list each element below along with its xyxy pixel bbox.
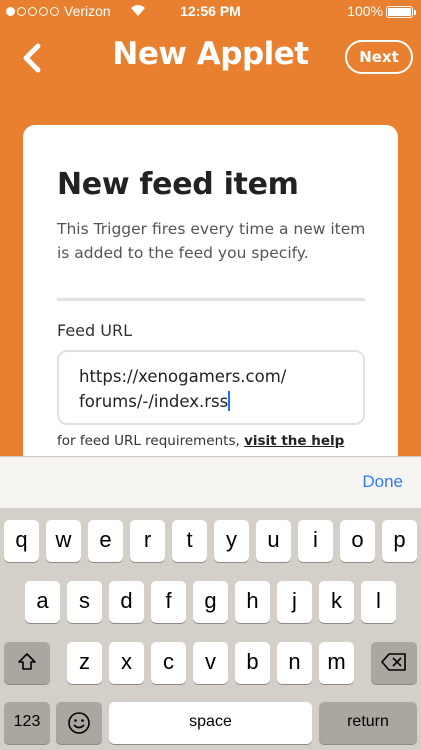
feed-url-line-2-text: forums/-/index.rss <box>79 392 229 411</box>
card-title: New feed item <box>57 167 299 202</box>
key-e[interactable]: e <box>88 520 123 562</box>
key-z[interactable]: z <box>67 642 102 684</box>
key-t[interactable]: t <box>172 520 207 562</box>
key-o[interactable]: o <box>340 520 375 562</box>
emoji-icon <box>68 712 90 734</box>
keyboard: q w e r t y u i o p a s d f g h j k l z … <box>0 508 421 750</box>
feed-url-line-1: https://xenogamers.com/ <box>79 367 287 386</box>
key-w[interactable]: w <box>46 520 81 562</box>
key-p[interactable]: p <box>382 520 417 562</box>
space-key[interactable]: space <box>109 702 312 744</box>
emoji-key[interactable] <box>56 702 102 744</box>
key-x[interactable]: x <box>109 642 144 684</box>
key-s[interactable]: s <box>67 581 102 623</box>
feed-url-line-2: forums/-/index.rss <box>79 389 343 414</box>
status-bar: Verizon 12:56 PM 100% <box>0 0 421 24</box>
card-description: This Trigger fires every time a new item… <box>57 220 366 262</box>
key-v[interactable]: v <box>193 642 228 684</box>
next-button[interactable]: Next <box>345 40 413 74</box>
keyboard-accessory-bar: Done <box>0 456 421 508</box>
key-d[interactable]: d <box>109 581 144 623</box>
key-y[interactable]: y <box>214 520 249 562</box>
key-c[interactable]: c <box>151 642 186 684</box>
key-h[interactable]: h <box>235 581 270 623</box>
navigation-bar: New Applet Next <box>0 24 421 94</box>
key-r[interactable]: r <box>130 520 165 562</box>
battery-percentage: 100% <box>347 3 383 19</box>
shift-icon <box>18 653 36 670</box>
key-f[interactable]: f <box>151 581 186 623</box>
done-button[interactable]: Done <box>362 472 403 492</box>
return-key[interactable]: return <box>319 702 417 744</box>
text-cursor <box>228 391 231 411</box>
key-q[interactable]: q <box>4 520 39 562</box>
key-a[interactable]: a <box>25 581 60 623</box>
key-n[interactable]: n <box>277 642 312 684</box>
key-i[interactable]: i <box>298 520 333 562</box>
key-g[interactable]: g <box>193 581 228 623</box>
key-u[interactable]: u <box>256 520 291 562</box>
feed-url-label: Feed URL <box>57 321 132 340</box>
key-l[interactable]: l <box>361 581 396 623</box>
key-k[interactable]: k <box>319 581 354 623</box>
battery-icon <box>386 6 416 18</box>
delete-key[interactable] <box>371 642 417 684</box>
divider <box>57 298 365 301</box>
visit-help-link[interactable]: visit the help <box>244 433 344 449</box>
key-b[interactable]: b <box>235 642 270 684</box>
shift-key[interactable] <box>4 642 50 684</box>
delete-icon <box>381 653 406 671</box>
feed-url-input[interactable]: https://xenogamers.com/ forums/-/index.r… <box>57 350 365 425</box>
numbers-key[interactable]: 123 <box>4 702 50 744</box>
key-j[interactable]: j <box>277 581 312 623</box>
help-text-prefix: for feed URL requirements, <box>57 433 245 449</box>
help-text: for feed URL requirements, visit the hel… <box>57 433 344 449</box>
key-m[interactable]: m <box>319 642 354 684</box>
